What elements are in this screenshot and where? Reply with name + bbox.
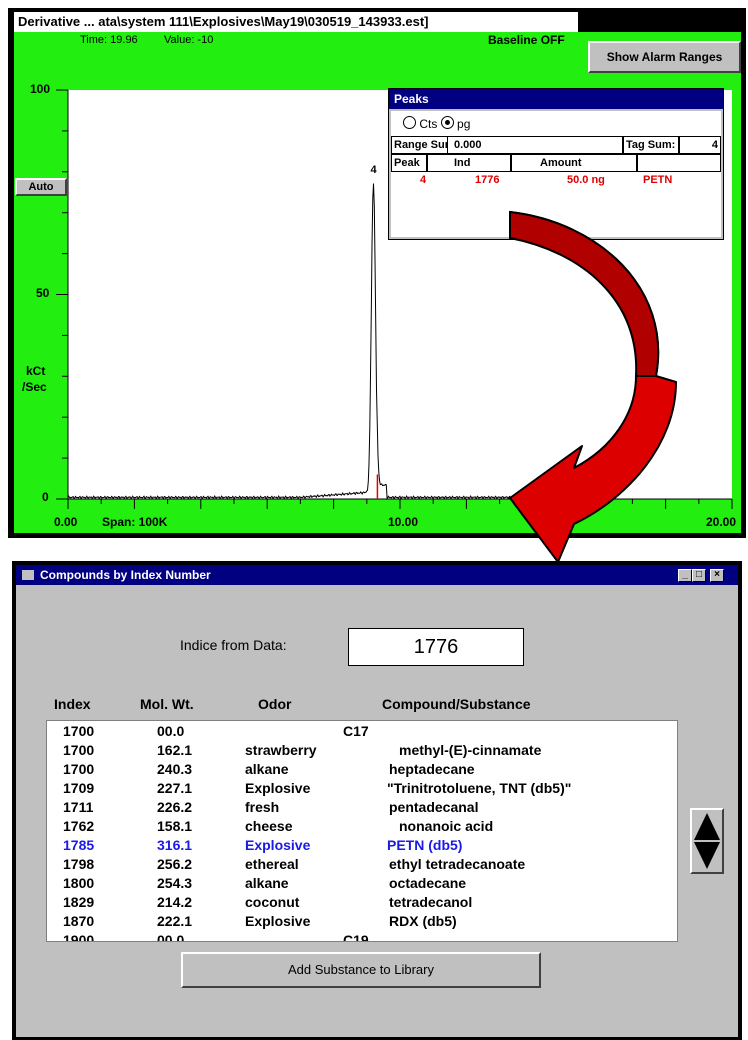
- compound-name: "Trinitrotoluene, TNT (db5)": [387, 780, 572, 796]
- compounds-window-title: Compounds by Index Number: [40, 568, 211, 582]
- compound-odor: coconut: [245, 894, 300, 910]
- chromatogram-trace: [56, 89, 733, 509]
- compound-mol-wt: 256.2: [157, 856, 193, 872]
- compound-list-row[interactable]: 1900 00.0 C19: [47, 932, 677, 942]
- peak-row-peak: 4: [420, 174, 427, 186]
- pg-radio[interactable]: [440, 116, 454, 129]
- compound-name: pentadecanal: [389, 799, 479, 815]
- compound-index: 1762: [63, 818, 95, 834]
- compound-name: octadecane: [389, 875, 467, 891]
- compound-index: 1711: [63, 799, 94, 815]
- range-sum-label: Range Sum:: [391, 136, 447, 154]
- tag-sum-label: Tag Sum:: [623, 136, 679, 154]
- compound-index: 1700: [63, 742, 95, 758]
- compound-name: RDX (db5): [389, 913, 457, 929]
- compound-mol-wt: 162.1: [157, 742, 193, 758]
- compound-list-row[interactable]: 1700 240.3 alkane heptadecane: [47, 761, 677, 781]
- compound-mol-wt: 00.0: [157, 932, 185, 942]
- close-icon[interactable]: ×: [710, 569, 724, 582]
- compound-index: 1709: [63, 780, 95, 796]
- peaks-window-body: Cts pg Range Sum: 0.000 Tag Sum: 4 Peak …: [391, 111, 721, 237]
- list-scroll-buttons[interactable]: [690, 808, 724, 874]
- peak-column-header: Peak: [391, 154, 427, 172]
- compounds-list[interactable]: 1700 00.0 C17 1700 162.1 strawberry methyl-(E)…: [46, 720, 678, 942]
- range-sum-value: 0.000: [447, 136, 623, 154]
- compound-list-row[interactable]: 1798 256.2 ethereal ethyl tetradecanoate: [47, 856, 677, 876]
- compound-mol-wt: 158.1: [157, 818, 193, 834]
- peak-row-ind: 1776: [475, 174, 500, 186]
- pg-radio-label: pg: [457, 117, 471, 131]
- compound-index: 1700: [63, 723, 95, 739]
- up-down-arrow-icon: [694, 813, 720, 869]
- compound-odor: Explosive: [245, 837, 311, 853]
- amount-column-header: Amount: [511, 154, 637, 172]
- maximize-icon[interactable]: □: [692, 569, 706, 582]
- peak-row-name: PETN: [643, 174, 673, 186]
- peak-row-amount: 50.0 ng: [567, 174, 605, 186]
- compound-name: tetradecanol: [389, 894, 473, 910]
- compound-odor: fresh: [245, 799, 280, 815]
- compound-name: nonanoic acid: [399, 818, 494, 834]
- compound-odor: cheese: [245, 818, 293, 834]
- compound-odor: alkane: [245, 761, 289, 777]
- compound-list-row[interactable]: 1709 227.1 Explosive "Trinitrotoluene, TNT …: [47, 780, 677, 800]
- compound-index: 1800: [63, 875, 95, 891]
- compound-mol-wt: 226.2: [157, 799, 193, 815]
- name-column-header: [637, 154, 721, 172]
- compound-list-row[interactable]: 1785 316.1 Explosive PETN (db5): [47, 837, 677, 857]
- tag-sum-value: 4: [679, 136, 721, 154]
- compound-mol-wt: 00.0: [157, 723, 185, 739]
- compound-index: 1829: [63, 894, 95, 910]
- compounds-window-titlebar: Compounds by Index Number: [16, 565, 738, 585]
- indice-label: Indice from Data:: [180, 637, 287, 653]
- compound-column-header: Compound/Substance: [382, 696, 531, 712]
- index-column-header: Index: [54, 696, 91, 712]
- compound-name: PETN (db5): [387, 837, 463, 853]
- compound-mol-wt: 222.1: [157, 913, 193, 929]
- compound-name: ethyl tetradecanoate: [389, 856, 526, 872]
- compound-index: 1798: [63, 856, 95, 872]
- peaks-window-title: Peaks: [389, 89, 723, 109]
- compound-list-row[interactable]: 1711 226.2 fresh pentadecanal: [47, 799, 677, 819]
- compound-mol-wt: 227.1: [157, 780, 193, 796]
- compound-list-row[interactable]: 1700 00.0 C17: [47, 723, 677, 743]
- compound-odor: Explosive: [245, 780, 311, 796]
- indice-value-field[interactable]: 1776: [348, 628, 524, 666]
- compound-odor: Explosive: [245, 913, 311, 929]
- cts-radio[interactable]: [403, 116, 416, 129]
- cts-radio-label: Cts: [419, 117, 438, 131]
- unit-radio-group: Cts pg: [403, 116, 470, 131]
- compound-odor: ethereal: [245, 856, 299, 872]
- add-substance-button[interactable]: Add Substance to Library: [181, 952, 541, 988]
- mol-wt-column-header: Mol. Wt.: [140, 696, 194, 712]
- compound-mol-wt: 214.2: [157, 894, 193, 910]
- compound-name: C19: [343, 932, 369, 942]
- compound-list-row[interactable]: 1870 222.1 Explosive RDX (db5): [47, 913, 677, 933]
- compound-mol-wt: 254.3: [157, 875, 193, 891]
- odor-column-header: Odor: [258, 696, 292, 712]
- compound-index: 1785: [63, 837, 95, 853]
- compound-odor: strawberry: [245, 742, 317, 758]
- compound-name: heptadecane: [389, 761, 475, 777]
- compound-index: 1900: [63, 932, 95, 942]
- compound-name: methyl-(E)-cinnamate: [399, 742, 542, 758]
- compound-odor: alkane: [245, 875, 289, 891]
- peak-number-label: 4: [370, 164, 377, 177]
- minimize-icon[interactable]: _: [678, 569, 692, 582]
- compound-mol-wt: 240.3: [157, 761, 193, 777]
- compound-name: C17: [343, 723, 369, 739]
- window-app-icon: [22, 570, 34, 580]
- compound-list-row[interactable]: 1829 214.2 coconut tetradecanol: [47, 894, 677, 914]
- compound-index: 1870: [63, 913, 95, 929]
- compound-index: 1700: [63, 761, 95, 777]
- compound-list-row[interactable]: 1800 254.3 alkane octadecane: [47, 875, 677, 895]
- compound-list-row[interactable]: 1762 158.1 cheese nonanoic acid: [47, 818, 677, 838]
- ind-column-header: Ind: [427, 154, 511, 172]
- compound-list-row[interactable]: 1700 162.1 strawberry methyl-(E)-cinnamate: [47, 742, 677, 762]
- peaks-window: Peaks Cts pg Range Sum: 0.000 Tag Sum: 4…: [388, 88, 724, 240]
- compound-mol-wt: 316.1: [157, 837, 193, 853]
